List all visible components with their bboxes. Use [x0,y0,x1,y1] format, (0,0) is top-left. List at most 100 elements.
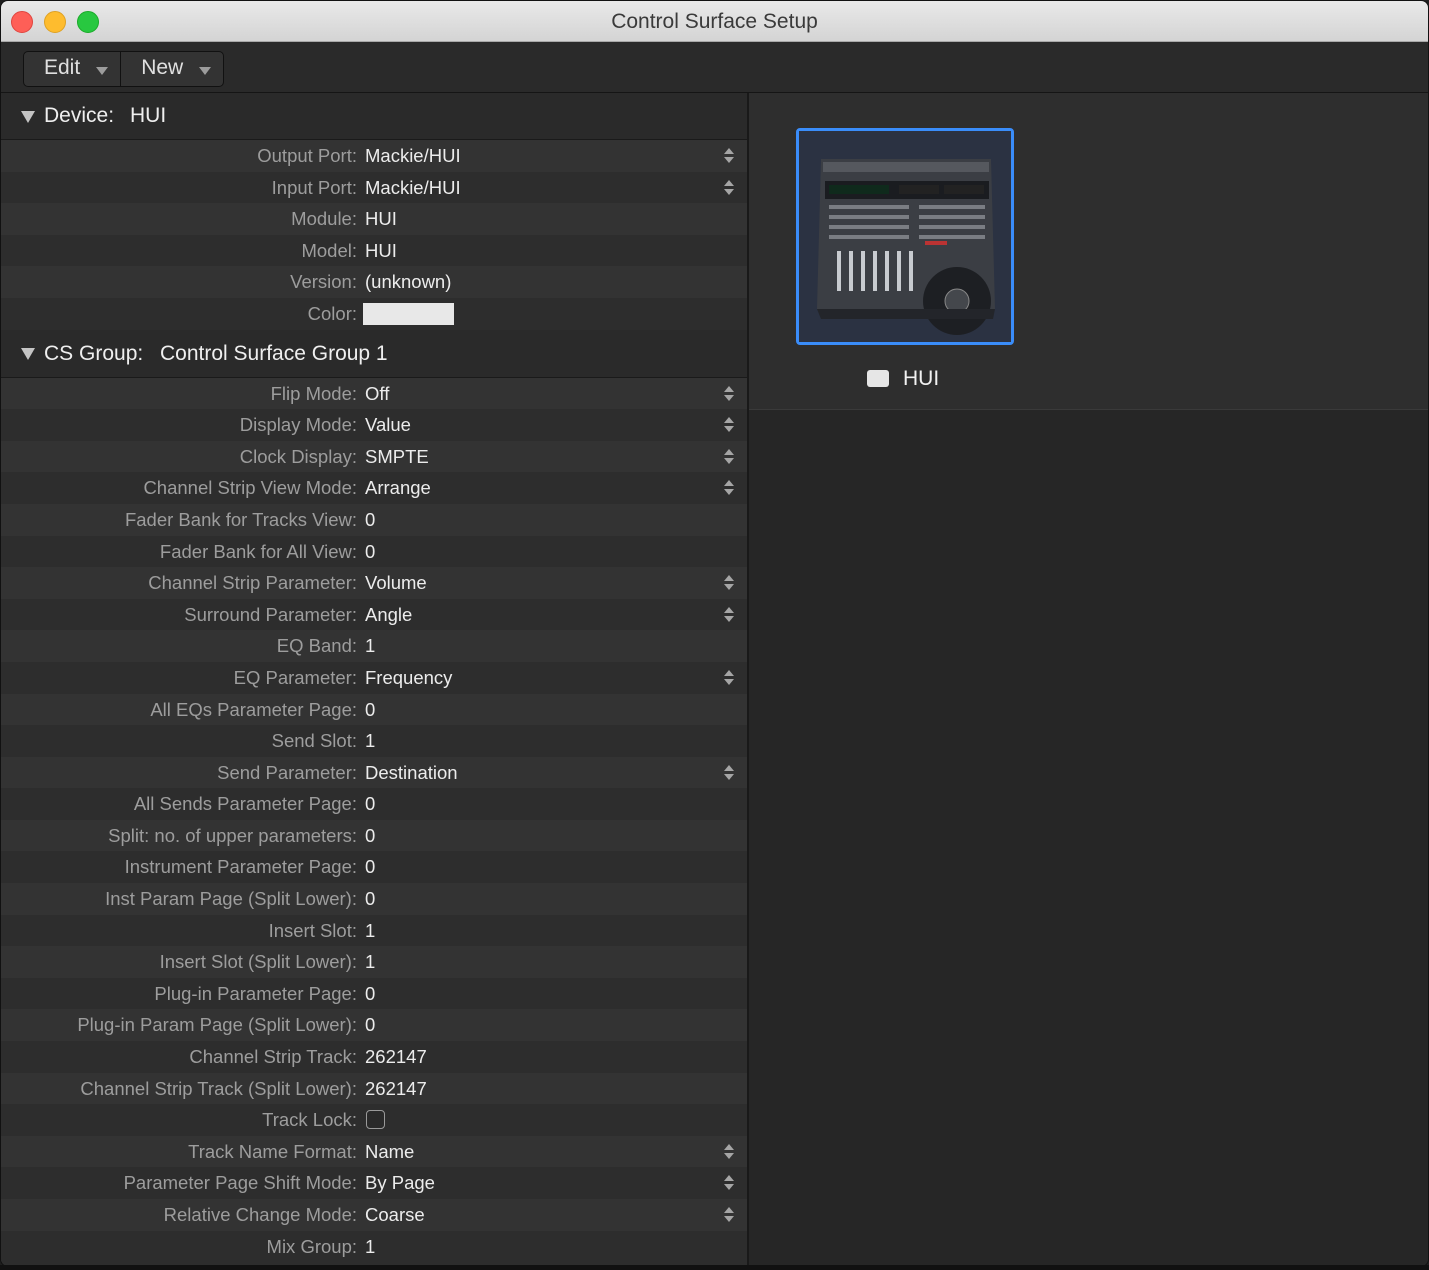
cs-group-parameters: Flip Mode: Off Display Mode: Value Clock Dis… [1,377,747,1263]
param-row-track-lock[interactable]: Track Lock: [1,1104,747,1136]
param-label: Plug-in Param Page (Split Lower): [77,1014,357,1036]
cs-group-section-header[interactable]: CS Group: Control Surface Group 1 [1,329,747,378]
param-row-clock-display[interactable]: Clock Display: SMPTE [1,440,747,473]
param-row-flip-mode[interactable]: Flip Mode: Off [1,377,747,410]
param-value-track-name-format[interactable]: Name [365,1136,414,1168]
param-row-input-port[interactable]: Input Port: Mackie/HUI [1,171,747,204]
param-label: EQ Parameter: [233,666,357,688]
param-label: Model: [301,239,357,261]
inspector-panel: Device: HUI Output Port: Mackie/HUI Input … [1,93,749,1266]
param-value-plug-in-param-page-split-lower[interactable]: 0 [365,1009,375,1041]
title-bar[interactable]: Control Surface Setup [1,1,1428,42]
popup-arrows-icon[interactable] [723,1207,735,1223]
param-value-parameter-page-shift-mode[interactable]: By Page [365,1167,435,1199]
popup-arrows-icon[interactable] [723,480,735,496]
param-value-send-slot[interactable]: 1 [365,725,375,757]
param-label: Display Mode: [239,414,357,436]
popup-arrows-icon[interactable] [723,669,735,686]
param-value-all-sends-parameter-page[interactable]: 0 [365,788,375,820]
param-value-version[interactable]: (unknown) [365,266,451,298]
edit-menu-label: Edit [44,56,81,79]
edit-menu-button[interactable]: Edit [24,52,120,86]
param-value-inst-param-page-split-lower[interactable]: 0 [365,883,375,915]
param-value-fader-bank-for-all-view[interactable]: 0 [365,536,375,568]
param-row-send-slot: Send Slot: 1 [1,725,747,757]
param-value-send-parameter[interactable]: Destination [365,757,458,789]
popup-arrows-icon[interactable] [723,148,735,164]
hui-device-tile[interactable] [796,128,1014,345]
param-row-color[interactable]: Color: [1,297,747,330]
device-color-swatch [867,370,889,387]
param-row-channel-strip-track: Channel Strip Track: 262147 [1,1041,747,1073]
param-value-eq-band[interactable]: 1 [365,630,375,662]
param-value-fader-bank-for-tracks-view[interactable]: 0 [365,504,375,536]
popup-arrows-icon[interactable] [723,385,735,402]
param-label: Insert Slot: [268,919,357,941]
param-row-plug-in-param-page-split-lower: Plug-in Param Page (Split Lower): 0 [1,1009,747,1042]
disclosure-triangle-icon[interactable] [21,347,35,360]
param-row-track-name-format[interactable]: Track Name Format: Name [1,1135,747,1168]
param-row-version: Version: (unknown) [1,266,747,298]
param-row-output-port[interactable]: Output Port: Mackie/HUI [1,140,747,172]
param-row-eq-parameter[interactable]: EQ Parameter: Frequency [1,661,747,694]
param-row-channel-strip-parameter[interactable]: Channel Strip Parameter: Volume [1,567,747,599]
popup-arrows-icon[interactable] [723,448,735,465]
param-row-relative-change-mode[interactable]: Relative Change Mode: Coarse [1,1199,747,1231]
param-value-channel-strip-track-split-lower[interactable]: 262147 [365,1073,427,1105]
param-value-insert-slot[interactable]: 1 [365,915,375,947]
param-value-clock-display[interactable]: SMPTE [365,441,429,473]
param-row-channel-strip-view-mode[interactable]: Channel Strip View Mode: Arrange [1,472,747,504]
param-value-relative-change-mode[interactable]: Coarse [365,1199,425,1231]
popup-arrows-icon[interactable] [723,606,735,623]
param-row-send-parameter[interactable]: Send Parameter: Destination [1,756,747,789]
param-label: Send Slot: [271,730,357,752]
param-label: Parameter Page Shift Mode: [123,1172,357,1194]
new-menu-button[interactable]: New [120,52,223,86]
param-value-plug-in-parameter-page[interactable]: 0 [365,978,375,1010]
popup-arrows-icon[interactable] [723,1143,735,1160]
popup-arrows-icon[interactable] [723,1175,735,1191]
disclosure-triangle-icon[interactable] [21,111,35,123]
popup-arrows-icon[interactable] [723,417,735,433]
param-value-output-port[interactable]: Mackie/HUI [365,140,461,172]
param-value-channel-strip-parameter[interactable]: Volume [365,567,427,599]
param-label: Channel Strip View Mode: [143,477,357,499]
param-value-instrument-parameter-page[interactable]: 0 [365,851,375,883]
param-row-split-no-of-upper-parameters: Split: no. of upper parameters: 0 [1,819,747,852]
device-section-header[interactable]: Device: HUI [1,93,747,140]
param-row-display-mode[interactable]: Display Mode: Value [1,409,747,441]
param-value-surround-parameter[interactable]: Angle [365,599,412,631]
cs-group-section-value: Control Surface Group 1 [160,341,388,365]
param-row-surround-parameter[interactable]: Surround Parameter: Angle [1,598,747,631]
param-label: Channel Strip Parameter: [148,572,357,594]
param-label: Instrument Parameter Page: [124,856,357,878]
param-value-model[interactable]: HUI [365,235,397,267]
param-label: Surround Parameter: [184,603,357,625]
track-lock-checkbox[interactable] [366,1110,385,1130]
param-label: All EQs Parameter Page: [150,698,357,720]
device-icons-area: HUI [749,93,1428,410]
popup-arrows-icon[interactable] [723,764,735,781]
param-value-display-mode[interactable]: Value [365,409,411,441]
param-label: Version: [290,271,357,293]
param-value-channel-strip-view-mode[interactable]: Arrange [365,472,431,504]
param-value-module[interactable]: HUI [365,203,397,235]
param-value-channel-strip-track[interactable]: 262147 [365,1041,427,1073]
window-title: Control Surface Setup [611,10,818,33]
color-swatch[interactable] [363,302,454,325]
param-value-input-port[interactable]: Mackie/HUI [365,172,461,204]
param-row-parameter-page-shift-mode[interactable]: Parameter Page Shift Mode: By Page [1,1167,747,1199]
param-value-split-no-of-upper-parameters[interactable]: 0 [365,820,375,852]
window-bottom-edge [0,1265,1429,1270]
param-value-insert-slot-split-lower[interactable]: 1 [365,946,375,978]
param-value-all-eqs-parameter-page[interactable]: 0 [365,694,375,726]
param-label: Flip Mode: [270,382,357,404]
param-label: Inst Param Page (Split Lower): [105,888,357,910]
param-row-insert-slot: Insert Slot: 1 [1,914,747,947]
param-value-flip-mode[interactable]: Off [365,378,389,410]
param-value-mix-group[interactable]: 1 [365,1231,375,1263]
popup-arrows-icon[interactable] [723,179,735,196]
param-value-eq-parameter[interactable]: Frequency [365,662,452,694]
param-row-fader-bank-for-tracks-view: Fader Bank for Tracks View: 0 [1,503,747,536]
popup-arrows-icon[interactable] [723,575,735,591]
